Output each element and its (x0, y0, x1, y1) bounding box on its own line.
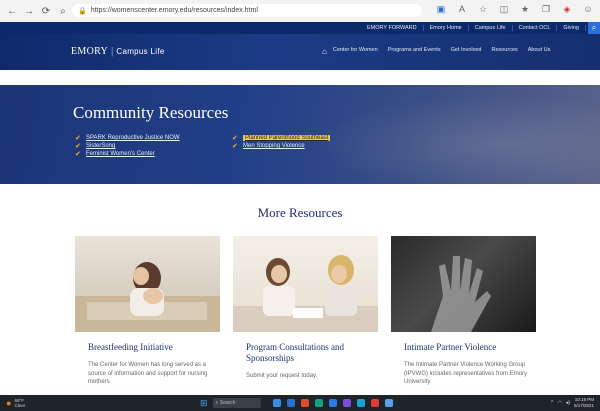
refresh-icon[interactable]: ⟳ (40, 6, 52, 17)
card-title[interactable]: Program Consultations and Sponsorships (246, 342, 371, 364)
weather-widget[interactable]: ● 69°F Clear (6, 398, 186, 408)
resource-link-planned-parenthood[interactable]: Planned Parenthood Southeast (243, 135, 331, 141)
resource-link-sistersong[interactable]: SisterSong (86, 143, 115, 149)
main-nav: ⌂ Center for Women Programs and Events G… (322, 47, 550, 56)
store-icon[interactable] (328, 399, 337, 407)
teams-icon[interactable] (342, 399, 351, 407)
edge-icon[interactable] (314, 399, 323, 407)
volume-icon[interactable]: ◂) (566, 400, 570, 406)
community-list-left: ✔ SPARK Reproductive Justice NOW ✔ SisterS… (75, 134, 180, 158)
photos-icon[interactable] (384, 399, 393, 407)
zoom-icon[interactable] (356, 399, 365, 407)
resource-link-men-stopping-violence[interactable]: Men Stopping Violence (243, 143, 305, 149)
meeting-photo (233, 236, 378, 332)
nav-about-us[interactable]: About Us (528, 47, 551, 56)
more-resources-title: More Resources (257, 205, 343, 220)
brand-divider: | (111, 46, 114, 57)
shield-icon[interactable]: ◈ (561, 4, 573, 15)
mail-icon[interactable] (286, 399, 295, 407)
check-icon: ✔ (232, 135, 238, 142)
list-item: ✔ Planned Parenthood Southeast (232, 134, 331, 142)
nav-get-involved[interactable]: Get Involved (451, 47, 482, 56)
home-icon[interactable]: ⌂ (322, 47, 327, 56)
read-aloud-icon[interactable]: A (456, 4, 468, 15)
utility-link-emory-home[interactable]: Emory Home (424, 25, 469, 31)
community-list-right: ✔ Planned Parenthood Southeast ✔ Men Stopp… (232, 134, 331, 150)
split-screen-icon[interactable]: ◫ (498, 4, 510, 15)
back-icon[interactable]: ← (6, 6, 18, 17)
windows-start-icon[interactable]: ⊞ (200, 398, 208, 409)
check-icon: ✔ (75, 135, 81, 142)
favorites-bar-icon[interactable]: ★ (519, 4, 531, 15)
taskbar-apps (272, 399, 393, 407)
list-item: ✔ SPARK Reproductive Justice NOW (75, 134, 180, 142)
weather-condition: Clear (14, 403, 26, 408)
browser-toolbar: ← → ⟳ ⌕ 🔒 https://womenscenter.emory.edu… (0, 0, 600, 23)
card-program-consultations[interactable]: Program Consultations and Sponsorships S… (233, 236, 378, 396)
windows-taskbar: ● 69°F Clear ⊞ ⌕ Search ^ ◠ ◂) 10:19 PM … (0, 395, 600, 411)
nav-programs-events[interactable]: Programs and Events (388, 47, 441, 56)
utility-link-contact[interactable]: Contact OCL (513, 25, 558, 31)
utility-link-campus-life[interactable]: Campus Life (469, 25, 513, 31)
utility-link-giving[interactable]: Giving (557, 25, 586, 31)
list-item: ✔ SisterSong (75, 142, 180, 150)
nav-center-for-women[interactable]: Center for Women (333, 47, 378, 56)
weather-moon-icon: ● (6, 398, 12, 408)
file-explorer-icon[interactable] (272, 399, 281, 407)
search-icon[interactable]: ⌕ (57, 6, 69, 17)
check-icon: ✔ (75, 151, 81, 158)
site-search-icon[interactable]: ⌕ (588, 22, 600, 34)
profile-icon[interactable]: ☺ (582, 4, 594, 15)
card-intimate-partner-violence[interactable]: Intimate Partner Violence The Intimate P… (391, 236, 536, 396)
favorite-icon[interactable]: ☆ (477, 4, 489, 15)
list-item: ✔ Feminist Women's Center (75, 150, 180, 158)
taskbar-search-label: Search (219, 400, 236, 406)
resource-link-spark[interactable]: SPARK Reproductive Justice NOW (86, 135, 180, 141)
mother-baby-photo (75, 236, 220, 332)
resource-link-feminist-womens-center[interactable]: Feminist Women's Center (86, 151, 155, 157)
nav-resources[interactable]: Resources (491, 47, 517, 56)
card-title[interactable]: Breastfeeding Initiative (88, 342, 213, 353)
card-title[interactable]: Intimate Partner Violence (404, 342, 529, 353)
address-bar[interactable]: 🔒 https://womenscenter.emory.edu/resourc… (72, 4, 422, 17)
lock-icon: 🔒 (78, 7, 87, 15)
card-text: The Intimate Partner Violence Working Gr… (404, 362, 528, 385)
extension-icon[interactable]: ▣ (435, 4, 447, 15)
wifi-icon[interactable]: ◠ (557, 400, 561, 406)
system-tray: ^ ◠ ◂) 10:19 PM 5/17/2021 (551, 397, 594, 409)
clock-date: 5/17/2021 (573, 403, 594, 408)
brand-name: EMORY (71, 46, 109, 57)
hand-photo (391, 236, 536, 332)
taskbar-search[interactable]: ⌕ Search (212, 398, 261, 408)
card-text: Submit your request today. (246, 373, 318, 379)
list-item: ✔ Men Stopping Violence (232, 142, 330, 150)
community-resources-section: Community Resources ✔ SPARK Reproductive … (0, 85, 600, 184)
chevron-up-icon[interactable]: ^ (551, 400, 553, 406)
chrome-icon[interactable] (300, 399, 309, 407)
collections-icon[interactable]: ❐ (540, 4, 552, 15)
utility-link-emory-forward[interactable]: EMORY FORWARD (361, 25, 424, 31)
site-logo[interactable]: EMORY | Campus Life (71, 46, 165, 57)
url-text: https://womenscenter.emory.edu/resources… (90, 7, 258, 14)
check-icon: ✔ (75, 143, 81, 150)
community-title: Community Resources (73, 103, 229, 122)
card-breastfeeding[interactable]: Breastfeeding Initiative The Center for … (75, 236, 220, 396)
check-icon: ✔ (232, 143, 238, 150)
brand-subtitle: Campus Life (116, 47, 165, 56)
card-text: The Center for Women has long served as … (88, 362, 208, 385)
forward-icon[interactable]: → (23, 6, 35, 17)
utility-nav: EMORY FORWARD Emory Home Campus Life Con… (0, 22, 600, 34)
clock[interactable]: 10:19 PM 5/17/2021 (574, 397, 594, 409)
app-icon[interactable] (370, 399, 379, 407)
